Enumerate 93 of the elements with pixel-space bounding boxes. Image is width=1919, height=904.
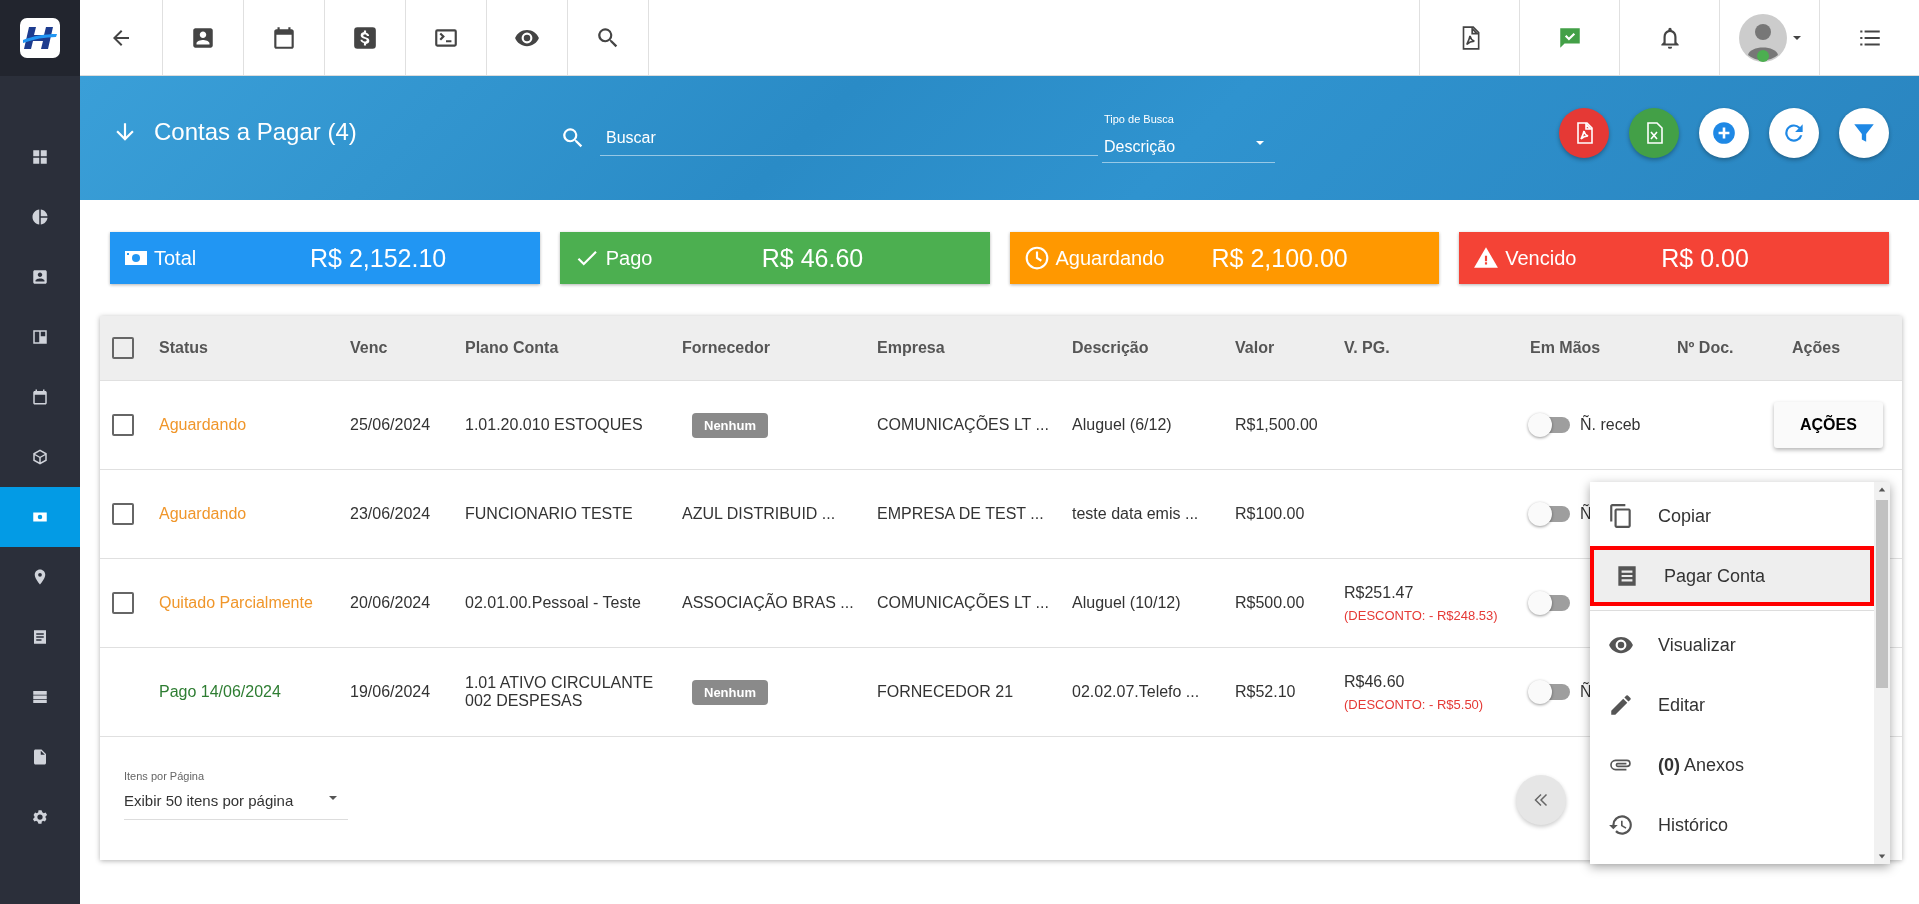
search-field[interactable]: Buscar [560, 120, 1098, 156]
table-cell: R$500.00 [1235, 594, 1305, 611]
calendar-icon [271, 24, 297, 51]
checkbox[interactable] [112, 337, 134, 359]
clock-icon [1023, 245, 1050, 271]
card-value: R$ 46.60 [761, 243, 864, 273]
table-cell: teste data emis ... [1072, 505, 1199, 522]
status-text: Quitado Parcialmente [159, 594, 313, 611]
card-label: Pago [605, 246, 654, 270]
table-cell: 25/06/2024 [350, 416, 431, 433]
copy-icon [1608, 503, 1634, 529]
table-cell: Aluguel (6/12) [1072, 416, 1172, 433]
pdf-export-button[interactable] [1559, 108, 1609, 158]
status-text: Aguardando [159, 505, 247, 522]
table-cell: 19/06/2024 [350, 683, 431, 700]
actions-button[interactable]: AÇÕES [1774, 402, 1883, 448]
table-cell: R$1,500.00 [1235, 416, 1318, 433]
scroll-up-icon[interactable] [1878, 486, 1886, 494]
table-cell: COMUNICAÇÕES LT ... [877, 594, 1049, 611]
table-cell: Aluguel (10/12) [1072, 594, 1181, 611]
scroll-down-icon[interactable] [1878, 852, 1886, 860]
table-cell: 23/06/2024 [350, 505, 431, 522]
table-cell-text: R$251.47 [1344, 583, 1415, 602]
column-header: Status [159, 339, 209, 357]
table-cell: 1.01.20.010 ESTOQUES [465, 416, 643, 433]
column-header: Nº Doc. [1677, 339, 1735, 357]
table-cell: 02.02.07.Telefo ... [1072, 683, 1200, 700]
table-cell: AZUL DISTRIBUID ... [682, 505, 836, 522]
server-icon [31, 688, 49, 706]
column-header: Descrição [1072, 339, 1150, 357]
menu-item[interactable]: Pagar Conta [1590, 546, 1874, 606]
settings-icon [31, 808, 49, 826]
dollar-icon [352, 24, 378, 51]
calendar-icon [31, 388, 49, 406]
toggle-label: Ñ [1580, 683, 1592, 701]
column-header: Plano Conta [465, 339, 560, 357]
column-header: Empresa [877, 339, 946, 357]
toggle-label: Ñ [1580, 505, 1592, 523]
discount-text: (DESCONTO: - R$248.53) [1344, 607, 1499, 623]
empty-chip: Nenhum [692, 679, 768, 705]
first-page-button[interactable] [1516, 775, 1566, 825]
card-label: Aguardando [1055, 246, 1166, 270]
column-header: Valor [1235, 339, 1276, 357]
warning-icon [1473, 245, 1500, 271]
table-cell: 20/06/2024 [350, 594, 431, 611]
card-value: R$ 0.00 [1661, 243, 1749, 273]
pie-chart-icon [31, 208, 49, 226]
card-label: Vencido [1505, 246, 1578, 270]
table-cell: COMUNICAÇÕES LT ... [877, 416, 1049, 433]
grid-icon [31, 148, 49, 166]
table-cell-text: R$46.60 [1344, 672, 1406, 691]
table-cell: FORNECEDOR 21 [877, 683, 1014, 700]
caret-icon [328, 793, 338, 803]
status-text: Aguardando [159, 416, 247, 433]
refresh-button[interactable] [1769, 108, 1819, 158]
document-icon [31, 748, 49, 766]
status-text: Pago 14/06/2024 [159, 683, 281, 700]
empty-chip: Nenhum [692, 412, 768, 438]
history-icon [1608, 812, 1634, 838]
caret-icon [1255, 138, 1265, 148]
toggle-label: Ñ. receb [1580, 416, 1641, 434]
checkbox[interactable] [112, 592, 134, 614]
column-header: Em Mãos [1530, 339, 1602, 357]
checkbox[interactable] [112, 414, 134, 436]
page-title: Contas a Pagar (4) [154, 118, 357, 146]
discount-text: (DESCONTO: - R$5.50) [1344, 696, 1485, 712]
avatar-icon [1737, 12, 1788, 63]
box-icon [31, 448, 49, 466]
column-header: Venc [350, 339, 389, 357]
pencil-icon [1608, 692, 1634, 718]
filter-button[interactable] [1839, 108, 1889, 158]
plus-icon [1711, 120, 1737, 146]
scrollbar[interactable] [1874, 482, 1890, 864]
table-cell: 02.01.00.Pessoal - Teste [465, 594, 641, 611]
table-cell: R$100.00 [1235, 505, 1305, 522]
excel-export-button[interactable] [1629, 108, 1679, 158]
card-label: Total [154, 246, 198, 270]
table-cell: 1.01 ATIVO CIRCULANTE 002 DESPESAS [465, 674, 654, 709]
list-icon [31, 628, 49, 646]
column-header: Fornecedor [682, 339, 771, 357]
table-cell: FUNCIONARIO TESTE [465, 505, 633, 522]
table-cell: ASSOCIAÇÃO BRAS ... [682, 594, 854, 611]
table-cell: EMPRESA DE TEST ... [877, 505, 1044, 522]
card-value: R$ 2,152.10 [310, 243, 447, 273]
table-cell: R$52.10 [1235, 683, 1296, 700]
card-value: R$ 2,100.00 [1211, 243, 1348, 273]
column-header: V. PG. [1344, 339, 1391, 357]
checkbox[interactable] [112, 503, 134, 525]
contact-card-icon [31, 268, 49, 286]
add-button[interactable] [1699, 108, 1749, 158]
column-header: Ações [1792, 339, 1842, 357]
items-per-page-select[interactable]: Itens por Página Exibir 50 itens por página [124, 762, 348, 820]
board-icon [31, 328, 49, 346]
